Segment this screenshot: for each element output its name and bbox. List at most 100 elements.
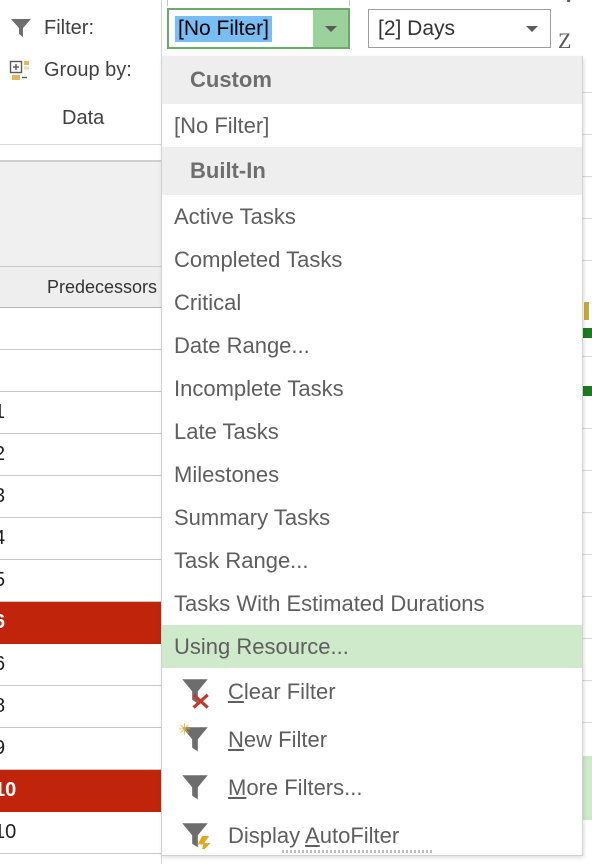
ribbon-divider [0,144,162,145]
table-cell-predecessors: 6 [0,653,5,676]
table-cell-predecessors: 1 [0,401,5,424]
table-row[interactable]: 2 [0,434,161,476]
data-label: Data [62,106,105,129]
task-grid: 1234566891010121314 [0,308,161,864]
menu-item[interactable]: Milestones [162,453,582,496]
filter-combobox-dropdown-button[interactable] [313,10,348,47]
gantt-strip [583,56,592,864]
menu-item[interactable]: Late Tasks [162,410,582,453]
menu-item-label: Summary Tasks [174,504,331,530]
scroll-dots [282,850,432,853]
menu-item-label: Task Range... [174,547,309,573]
timescale-combobox[interactable]: [2] Days [368,9,551,48]
menu-body: Custom [No Filter] Built-In Active Tasks Com… [162,56,582,855]
sort-arc-decoration [559,0,592,29]
timescale-combobox-dropdown-button[interactable] [516,10,548,47]
menu-item[interactable]: Completed Tasks [162,238,582,281]
table-row[interactable]: 8 [0,686,161,728]
table-cell-predecessors: 3 [0,485,5,508]
menu-item-label: Incomplete Tasks [174,375,344,401]
menu-group-header: Built-In [162,147,582,195]
sort-z-to-a-icon[interactable]: Z [556,0,592,60]
table-row[interactable]: 12 [0,854,161,864]
menu-item-label: Completed Tasks [174,246,343,272]
menu-item-label: Using Resource... [174,633,349,659]
menu-item[interactable]: Tasks With Estimated Durations [162,582,582,625]
label-prefix: Display [228,823,306,848]
filter-control-row: Filter: [8,10,94,46]
table-cell-predecessors: 10 [0,821,17,843]
app-root: Filter: Group by: Data [No Filter] [2] D… [0,0,592,864]
table-row[interactable]: 9 [0,728,161,770]
table-row[interactable]: 5 [0,560,161,602]
table-row[interactable] [0,350,161,392]
menu-item[interactable]: Critical [162,281,582,324]
funnel-auto-icon [162,819,228,853]
menu-item[interactable]: Incomplete Tasks [162,367,582,410]
table-row[interactable]: 6 [0,644,161,686]
filter-dropdown-menu[interactable]: Custom [No Filter] Built-In Active Tasks Com… [161,56,583,856]
menu-item-label: Late Tasks [174,418,279,444]
label-suffix: ore Filters... [246,775,363,800]
menu-group-header-label: Custom [190,67,272,92]
filter-combobox[interactable]: [No Filter] [167,8,350,49]
menu-item-label: Milestones [174,461,280,487]
table-row[interactable]: 6 [0,602,161,644]
table-cell-predecessors: 5 [0,569,5,592]
data-group-caption: Data [62,100,104,136]
table-cell-predecessors: 2 [0,443,5,466]
table-cell-predecessors: 8 [0,695,5,718]
group-by-label: Group by: [44,58,132,81]
chevron-down-icon [324,25,337,32]
funnel-icon [162,771,228,805]
menu-item[interactable]: Date Range... [162,324,582,367]
label-mnemonic: C [228,679,244,704]
menu-command-item[interactable]: More Filters... [162,764,582,812]
table-row[interactable]: 10 [0,812,161,854]
task-sheet: Predecessors 1234566891010121314 [0,162,162,864]
menu-item[interactable]: Summary Tasks [162,496,582,539]
label-mnemonic: N [228,727,244,752]
menu-command-label: New Filter [228,727,327,753]
menu-item-label: Critical [174,289,242,315]
label-suffix: lear Filter [243,679,336,704]
table-row[interactable]: 4 [0,518,161,560]
group-by-control-row: Group by: [8,52,132,88]
menu-item[interactable]: [No Filter] [162,104,582,147]
table-cell-predecessors: 9 [0,737,5,760]
menu-command-label: More Filters... [228,775,362,801]
label-suffix: utoFilter [319,823,400,848]
table-row[interactable]: 10 [0,770,161,812]
menu-group-header: Custom [162,56,582,104]
funnel-clear-icon [162,675,228,709]
label-mnemonic: A [305,823,320,848]
table-cell-predecessors: 6 [0,611,5,634]
menu-item-label: Active Tasks [174,203,296,229]
table-cell-predecessors: 10 [0,779,17,801]
menu-item[interactable]: Task Range... [162,539,582,582]
sort-z-glyph: Z [558,28,572,53]
table-row[interactable] [0,308,161,350]
menu-item-label: [No Filter] [174,112,270,138]
label-mnemonic: M [228,775,247,800]
menu-bottom-scroll-hint [162,849,582,855]
label-suffix: ew Filter [243,727,328,752]
menu-command-label: Clear Filter [228,679,336,705]
combo-top-frame [167,0,350,6]
menu-item-label: Date Range... [174,332,310,358]
menu-item[interactable]: Using Resource... [162,625,582,668]
column-header-predecessors[interactable]: Predecessors [0,266,161,308]
timescale-combobox-value: [2] Days [378,16,456,40]
funnel-icon [8,15,34,41]
menu-command-item[interactable]: ✳ New Filter [162,716,582,764]
funnel-new-icon: ✳ [162,723,228,757]
menu-item[interactable]: Active Tasks [162,195,582,238]
svg-text:✳: ✳ [178,723,191,738]
menu-command-item[interactable]: Clear Filter [162,668,582,716]
table-cell-predecessors: 4 [0,527,5,550]
filter-combobox-value: [No Filter] [175,15,273,42]
group-by-icon [8,57,34,83]
table-row[interactable]: 3 [0,476,161,518]
table-row[interactable]: 1 [0,392,161,434]
chevron-down-icon [526,25,538,32]
